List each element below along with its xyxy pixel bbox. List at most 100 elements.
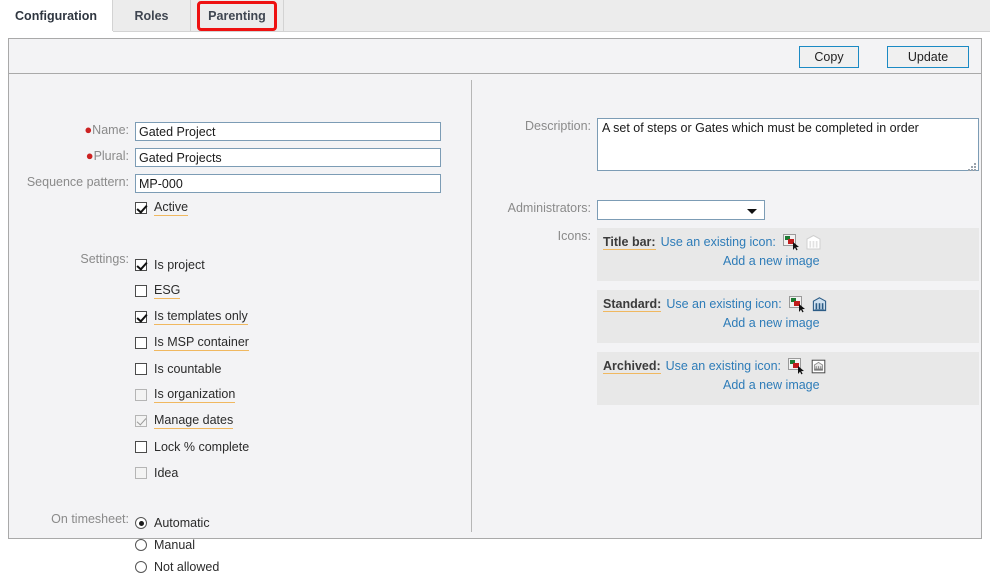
field-icons-row: Icons: Title bar: Use an existing icon:	[487, 228, 979, 414]
on-timesheet-not-allowed-label: Not allowed	[154, 560, 220, 574]
tab-bar: Configuration Roles Parenting	[0, 0, 990, 32]
administrators-label: Administrators:	[487, 200, 591, 217]
setting-is-templates-only-label: Is templates only	[154, 309, 248, 325]
setting-is-project-label: Is project	[154, 257, 205, 272]
description-wrapper	[591, 118, 979, 174]
resize-grip-icon[interactable]	[968, 163, 976, 171]
tab-bar-underline	[0, 31, 990, 32]
institution-white-icon[interactable]	[805, 234, 822, 251]
field-administrators-row: Administrators:	[487, 200, 765, 220]
sequence-pattern-input[interactable]	[135, 174, 441, 193]
setting-manage-dates-row: Manage dates	[135, 408, 249, 434]
on-timesheet-manual-radio[interactable]	[135, 539, 147, 551]
setting-manage-dates-checkbox	[135, 415, 147, 427]
field-on-timesheet-row: On timesheet: Automatic Manual Not allow…	[21, 512, 219, 578]
field-settings-row: Settings: Is project ESG Is templates on…	[21, 252, 249, 486]
description-textarea[interactable]	[597, 118, 979, 171]
setting-is-project-checkbox[interactable]	[135, 259, 147, 271]
setting-lock-percent-complete-checkbox[interactable]	[135, 441, 147, 453]
settings-label-text: Settings:	[80, 252, 129, 266]
icon-row-title-bar-line: Title bar: Use an existing icon:	[603, 232, 979, 252]
on-timesheet-automatic-radio[interactable]	[135, 517, 147, 529]
icon-row-standard-line: Standard: Use an existing icon:	[603, 294, 979, 314]
name-label: ●Name:	[21, 122, 129, 139]
required-marker-plural: ●	[85, 148, 94, 163]
administrators-select[interactable]	[597, 200, 765, 220]
color-picker-icon[interactable]	[788, 295, 806, 313]
settings-label: Settings:	[21, 252, 129, 266]
setting-is-organization-checkbox	[135, 389, 147, 401]
description-label-text: Description:	[525, 119, 591, 133]
tab-roles[interactable]: Roles	[113, 0, 191, 31]
icon-row-archived: Archived: Use an existing icon: Add a ne…	[597, 352, 979, 405]
configuration-panel: Copy Update ●Name: ●Plural: Sequence pat…	[8, 38, 982, 574]
icon-row-standard-use-existing-link[interactable]: Use an existing icon:	[666, 297, 781, 311]
on-timesheet-automatic-row[interactable]: Automatic	[135, 512, 219, 534]
institution-blue-icon[interactable]	[811, 296, 828, 313]
tab-bar-filler	[284, 0, 990, 31]
setting-is-msp-container-row[interactable]: Is MSP container	[135, 330, 249, 356]
on-timesheet-radio-group: Automatic Manual Not allowed	[135, 512, 219, 578]
on-timesheet-manual-row[interactable]: Manual	[135, 534, 219, 556]
color-picker-icon[interactable]	[788, 357, 805, 375]
on-timesheet-not-allowed-row[interactable]: Not allowed	[135, 556, 219, 578]
update-button[interactable]: Update	[887, 46, 969, 68]
setting-idea-checkbox	[135, 467, 147, 479]
column-divider	[471, 80, 472, 532]
on-timesheet-label: On timesheet:	[21, 512, 129, 526]
setting-idea-row: Idea	[135, 460, 249, 486]
copy-button[interactable]: Copy	[799, 46, 859, 68]
setting-idea-label: Idea	[154, 465, 179, 480]
on-timesheet-not-allowed-radio[interactable]	[135, 561, 147, 573]
field-active-row: Active	[135, 200, 189, 216]
panel-toolbar: Copy Update	[9, 39, 981, 74]
on-timesheet-manual-label: Manual	[154, 538, 195, 552]
form-body: ●Name: ●Plural: Sequence pattern: Active	[9, 74, 981, 574]
setting-lock-percent-complete-row[interactable]: Lock % complete	[135, 434, 249, 460]
active-checkbox[interactable]	[135, 202, 147, 214]
field-description-row: Description:	[487, 118, 979, 174]
tab-active-indicator	[0, 31, 113, 32]
icon-row-archived-line: Archived: Use an existing icon:	[603, 356, 979, 376]
icons-label: Icons:	[487, 228, 591, 245]
setting-esg-row[interactable]: ESG	[135, 278, 249, 304]
setting-is-countable-checkbox[interactable]	[135, 363, 147, 375]
plural-input[interactable]	[135, 148, 441, 167]
sequence-pattern-label-text: Sequence pattern:	[26, 175, 129, 189]
tab-configuration[interactable]: Configuration	[0, 0, 113, 31]
plural-label: ●Plural:	[21, 148, 129, 165]
color-picker-icon[interactable]	[782, 233, 800, 251]
institution-gray-icon[interactable]	[810, 358, 827, 375]
active-checkbox-row[interactable]: Active	[135, 200, 189, 216]
tab-parenting[interactable]: Parenting	[191, 0, 284, 31]
setting-manage-dates-label: Manage dates	[154, 413, 234, 429]
icon-row-title-bar-add-image-link[interactable]: Add a new image	[723, 254, 979, 268]
field-name-row: ●Name:	[21, 122, 441, 141]
sequence-pattern-label: Sequence pattern:	[21, 174, 129, 191]
setting-is-countable-row[interactable]: Is countable	[135, 356, 249, 382]
field-plural-row: ●Plural:	[21, 148, 441, 167]
on-timesheet-automatic-label: Automatic	[154, 516, 210, 530]
setting-is-templates-only-row[interactable]: Is templates only	[135, 304, 249, 330]
icons-label-text: Icons:	[557, 229, 591, 243]
plural-label-text: Plural:	[93, 149, 129, 163]
icon-row-archived-add-image-link[interactable]: Add a new image	[723, 378, 979, 392]
setting-is-countable-label: Is countable	[154, 361, 222, 376]
name-input[interactable]	[135, 122, 441, 141]
setting-is-organization-row: Is organization	[135, 382, 249, 408]
icon-row-archived-use-existing-link[interactable]: Use an existing icon:	[666, 359, 781, 373]
setting-is-templates-only-checkbox[interactable]	[135, 311, 147, 323]
icon-row-standard-add-image-link[interactable]: Add a new image	[723, 316, 979, 330]
setting-lock-percent-complete-label: Lock % complete	[154, 439, 250, 454]
icon-row-title-bar-use-existing-link[interactable]: Use an existing icon:	[661, 235, 776, 249]
setting-is-msp-container-checkbox[interactable]	[135, 337, 147, 349]
setting-is-msp-container-label: Is MSP container	[154, 335, 249, 351]
icon-rows-container: Title bar: Use an existing icon: Add a n…	[597, 228, 979, 414]
setting-is-organization-label: Is organization	[154, 387, 236, 403]
icon-row-standard-key: Standard:	[603, 296, 662, 312]
setting-is-project-row[interactable]: Is project	[135, 252, 249, 278]
icon-row-archived-key: Archived:	[603, 358, 661, 374]
description-label: Description:	[487, 118, 591, 135]
setting-esg-checkbox[interactable]	[135, 285, 147, 297]
icon-row-title-bar-key: Title bar:	[603, 234, 656, 250]
